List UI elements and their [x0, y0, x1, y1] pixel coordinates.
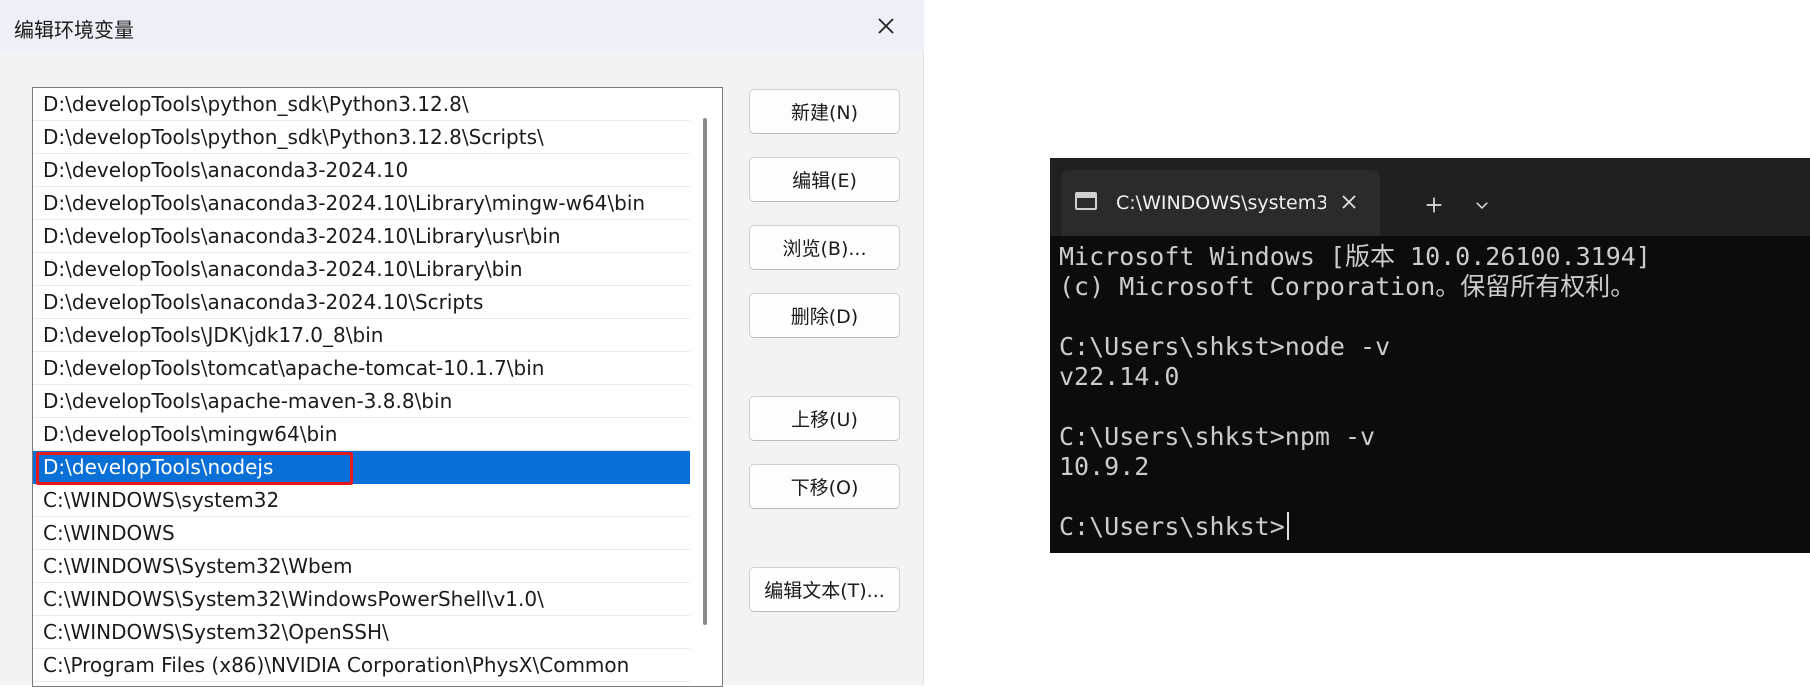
console-line: C:\Users\shkst>node -v	[1059, 332, 1391, 361]
list-item[interactable]: D:\developTools\python_sdk\Python3.12.8\…	[33, 121, 690, 154]
console-line: ​	[1059, 482, 1804, 512]
list-item[interactable]: C:\WINDOWS\System32\WindowsPowerShell\v1…	[33, 583, 690, 616]
move-down-button[interactable]: 下移(O)	[749, 464, 900, 509]
list-item[interactable]: C:\WINDOWS\system32	[33, 484, 690, 517]
list-item[interactable]: D:\developTools\tomcat\apache-tomcat-10.…	[33, 352, 690, 385]
list-item[interactable]: D:\developTools\anaconda3-2024.10\Librar…	[33, 187, 690, 220]
terminal-tabstrip: C:\WINDOWS\system32\cmd.exe	[1050, 158, 1810, 236]
terminal-tab[interactable]: C:\WINDOWS\system32\cmd.exe	[1061, 170, 1380, 236]
list-item[interactable]: D:\developTools\apache-maven-3.8.8\bin	[33, 385, 690, 418]
edit-text-button[interactable]: 编辑文本(T)...	[749, 567, 900, 612]
edit-env-var-dialog: 编辑环境变量 D:\developTools\python_sdk\Python…	[0, 0, 924, 687]
prompt-line[interactable]: C:\Users\shkst>	[1059, 512, 1804, 542]
list-item[interactable]: D:\developTools\anaconda3-2024.10\Librar…	[33, 220, 690, 253]
scroll-thumb[interactable]	[703, 118, 707, 625]
prompt-text: C:\Users\shkst>	[1059, 512, 1285, 541]
new-button[interactable]: 新建(N)	[749, 89, 900, 134]
console-line: (c) Microsoft Corporation。保留所有权利。	[1059, 272, 1636, 301]
delete-button[interactable]: 删除(D)	[749, 293, 900, 338]
list-item[interactable]: D:\developTools\mingw64\bin	[33, 418, 690, 451]
browse-button[interactable]: 浏览(B)...	[749, 225, 900, 270]
plus-icon[interactable]	[1417, 188, 1451, 222]
move-up-button[interactable]: 上移(U)	[749, 396, 900, 441]
dialog-title: 编辑环境变量	[14, 18, 134, 42]
console-line: ​	[1059, 392, 1804, 422]
console-line: v22.14.0	[1059, 362, 1180, 391]
terminal-icon	[1075, 192, 1097, 210]
list-item[interactable]: C:\WINDOWS\System32\Wbem	[33, 550, 690, 583]
list-item[interactable]: C:\Program Files (x86)\NVIDIA Corporatio…	[33, 649, 690, 682]
list-item[interactable]: C:\WINDOWS\System32\OpenSSH\	[33, 616, 690, 649]
console-line: C:\Users\shkst>npm -v	[1059, 422, 1376, 451]
list-scrollbar[interactable]	[690, 88, 722, 686]
list-item[interactable]: D:\developTools\anaconda3-2024.10	[33, 154, 690, 187]
path-list[interactable]: D:\developTools\python_sdk\Python3.12.8\…	[32, 87, 723, 687]
list-item[interactable]: C:\WINDOWS	[33, 517, 690, 550]
list-item-selected[interactable]: D:\developTools\nodejs	[33, 451, 690, 485]
console-line: Microsoft Windows [版本 10.0.26100.3194]	[1059, 242, 1651, 271]
list-item[interactable]: D:\developTools\python_sdk\Python3.12.8\	[33, 88, 690, 121]
tab-title: C:\WINDOWS\system32\cmd.exe	[1116, 192, 1326, 214]
console-output[interactable]: Microsoft Windows [版本 10.0.26100.3194] (c…	[1059, 242, 1804, 542]
red-highlight-annotation	[36, 452, 353, 485]
dialog-titlebar: 编辑环境变量	[0, 0, 924, 52]
terminal-window: C:\WINDOWS\system32\cmd.exe Microsoft Wi…	[1050, 158, 1810, 553]
console-line: 10.9.2	[1059, 452, 1150, 481]
chevron-down-icon[interactable]	[1465, 188, 1499, 222]
console-line: ​	[1059, 302, 1804, 332]
edit-button[interactable]: 编辑(E)	[749, 157, 900, 202]
close-icon[interactable]	[868, 8, 904, 44]
list-item[interactable]: D:\developTools\anaconda3-2024.10\Librar…	[33, 253, 690, 286]
text-cursor	[1286, 512, 1289, 540]
close-icon[interactable]	[1337, 190, 1361, 214]
list-item[interactable]: D:\developTools\anaconda3-2024.10\Script…	[33, 286, 690, 319]
list-item[interactable]: D:\developTools\JDK\jdk17.0_8\bin	[33, 319, 690, 352]
